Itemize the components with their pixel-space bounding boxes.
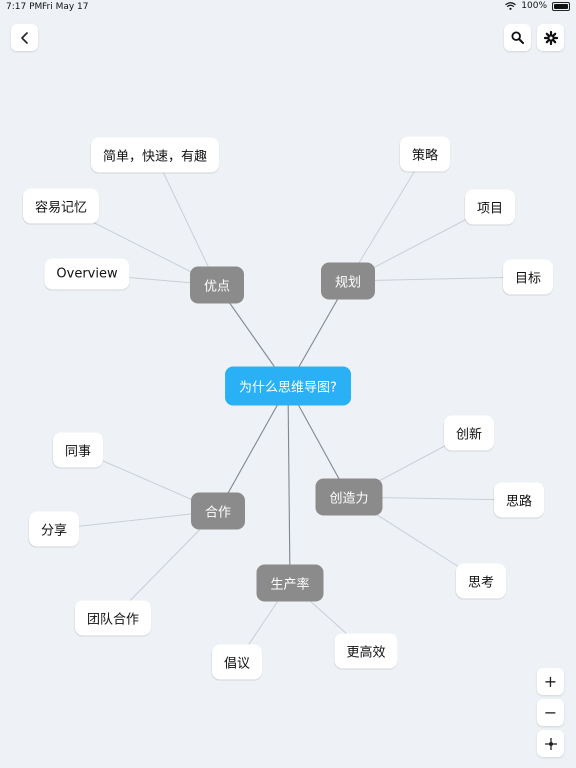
plus-icon: + [543,672,558,691]
root-node[interactable]: 为什么思维导图? [225,366,351,406]
zoom-in-button[interactable]: + [537,668,564,695]
link-root-productivity [287,385,291,584]
leaf-share[interactable]: 分享 [28,511,80,547]
branch-creativity[interactable]: 创造力 [315,478,383,516]
leaf-strategy[interactable]: 策略 [399,136,451,172]
leaf-simple[interactable]: 简单，快速，有趣 [90,137,220,173]
minus-icon: − [543,703,558,722]
leaf-efficient[interactable]: 更高效 [334,633,398,669]
crosshair-icon [544,737,557,750]
branch-productivity[interactable]: 生产率 [256,564,324,602]
branch-cooperation[interactable]: 合作 [190,492,246,530]
leaf-propose[interactable]: 倡议 [211,644,263,680]
branch-advantages[interactable]: 优点 [189,266,245,304]
leaf-overview[interactable]: Overview [44,258,130,290]
leaf-thinking[interactable]: 思考 [455,563,507,599]
leaf-teamwork[interactable]: 团队合作 [74,600,152,636]
recenter-button[interactable] [537,730,564,757]
leaf-innovation[interactable]: 创新 [443,415,495,451]
leaf-project[interactable]: 项目 [464,189,516,225]
link-advantages-simple [154,154,218,286]
leaf-goal[interactable]: 目标 [502,259,554,295]
zoom-out-button[interactable]: − [537,699,564,726]
leaf-memorable[interactable]: 容易记忆 [22,188,100,224]
branch-planning[interactable]: 规划 [320,262,376,300]
leaf-thinking-path[interactable]: 思路 [493,482,545,518]
leaf-colleague[interactable]: 同事 [52,432,104,468]
